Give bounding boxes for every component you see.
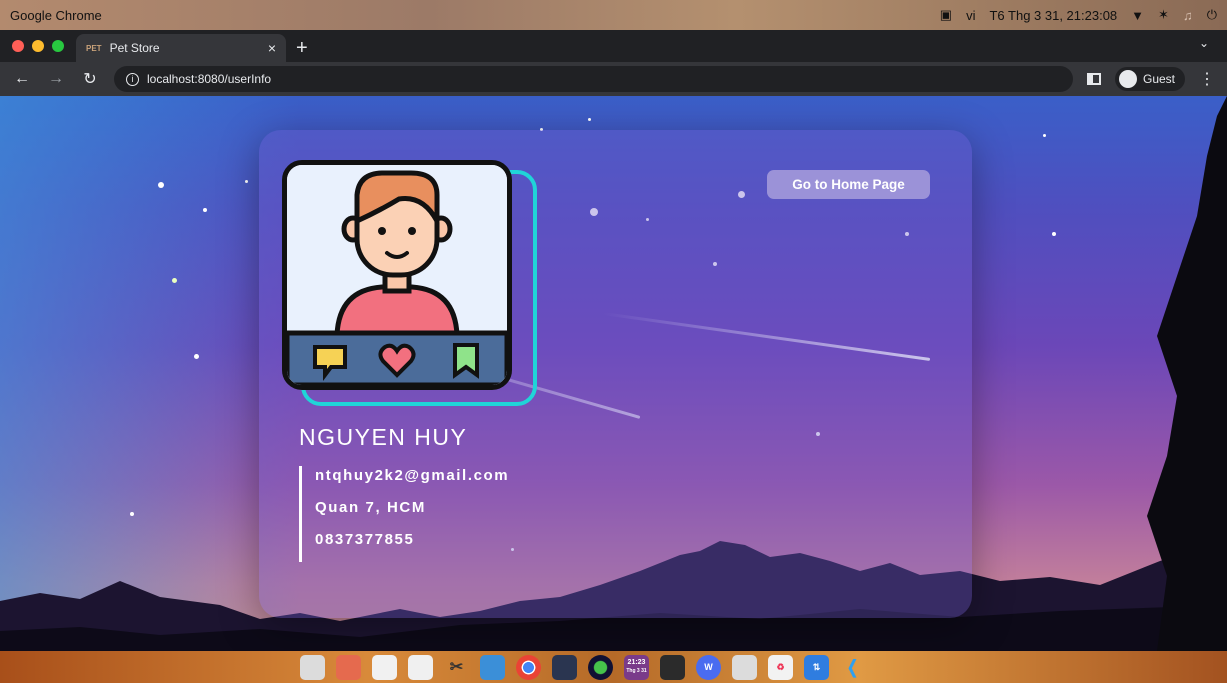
os-datetime[interactable]: T6 Thg 3 31, 21:23:08	[989, 8, 1117, 23]
volume-icon[interactable]: ♫	[1183, 8, 1193, 23]
dock-clock-time: 21:23	[627, 659, 646, 666]
cut-tool-icon[interactable]: ✂	[444, 655, 469, 680]
background-star	[1043, 134, 1046, 137]
back-button[interactable]: ←	[12, 70, 32, 88]
avatar-illustration-icon	[287, 165, 507, 385]
document-viewer-icon[interactable]	[372, 654, 397, 680]
new-tab-button[interactable]: +	[296, 34, 308, 62]
files-icon[interactable]	[300, 654, 325, 680]
site-info-icon[interactable]: i	[126, 72, 139, 86]
reload-button[interactable]: ↻	[80, 69, 100, 89]
os-top-bar: Google Chrome ▣ vi T6 Thg 3 31, 21:23:08…	[0, 0, 1227, 30]
tab-strip: PET Pet Store × + ⌄	[0, 30, 1227, 62]
wifi-icon[interactable]: ▼	[1131, 8, 1144, 23]
background-star	[245, 180, 248, 183]
app-dock: ✂ 21:23 Thg 3 31 W ♻ ⇅ ❬	[300, 651, 865, 683]
screenshot-icon[interactable]: ▣	[940, 7, 952, 23]
background-star	[172, 278, 177, 283]
os-status-area: ▣ vi T6 Thg 3 31, 21:23:08 ▼ ✶ ♫ ⏻	[940, 7, 1217, 23]
chrome-menu-icon[interactable]: ⋮	[1199, 69, 1215, 89]
tab-search-chevron-icon[interactable]: ⌄	[1199, 36, 1209, 50]
address-bar[interactable]: i localhost:8080/userInfo	[114, 66, 1073, 92]
user-avatar	[282, 160, 512, 390]
recycle-icon[interactable]: ♻	[768, 654, 793, 680]
browser-toolbar: ← → ↻ i localhost:8080/userInfo Guest ⋮	[0, 62, 1227, 96]
background-star	[1052, 232, 1056, 236]
profile-label: Guest	[1142, 72, 1175, 86]
chrome-icon[interactable]	[516, 654, 541, 680]
screenshot-icon[interactable]	[336, 654, 361, 680]
window-controls	[12, 30, 64, 62]
vscode-icon[interactable]: ❬	[840, 655, 865, 680]
background-star	[203, 208, 207, 212]
language-indicator[interactable]: vi	[966, 8, 975, 23]
desktop-icon[interactable]	[480, 654, 505, 680]
background-star	[158, 182, 164, 188]
tab-favicon: PET	[86, 43, 102, 53]
forward-button[interactable]: →	[46, 70, 66, 88]
os-app-name: Google Chrome	[10, 7, 102, 23]
transfer-icon[interactable]: ⇅	[804, 654, 829, 680]
minimize-window-button[interactable]	[32, 40, 44, 52]
text-editor-icon[interactable]	[408, 654, 433, 680]
user-name: NGUYEN HUY	[299, 424, 468, 450]
dock-clock-date: Thg 3 31	[626, 668, 647, 674]
maximize-window-button[interactable]	[52, 40, 64, 52]
cliff-silhouette	[1147, 96, 1227, 651]
wps-office-icon[interactable]: W	[696, 654, 721, 680]
side-panel-icon[interactable]	[1086, 73, 1101, 85]
power-icon[interactable]: ⏻	[1207, 7, 1217, 23]
background-star	[194, 354, 199, 359]
clock-icon[interactable]: 21:23 Thg 3 31	[624, 654, 649, 680]
close-window-button[interactable]	[12, 40, 24, 52]
terminal-icon[interactable]	[660, 654, 685, 680]
system-monitor-icon[interactable]	[552, 654, 577, 680]
user-phone: 0837377855	[315, 531, 415, 548]
page-viewport: NGUYEN HUY ntqhuy2k2@gmail.com Quan 7, H…	[0, 96, 1227, 651]
close-tab-icon[interactable]: ×	[268, 40, 276, 56]
user-details: ntqhuy2k2@gmail.com Quan 7, HCM 08373778…	[299, 466, 509, 562]
user-info-card: NGUYEN HUY ntqhuy2k2@gmail.com Quan 7, H…	[259, 130, 972, 618]
guest-avatar-icon	[1118, 70, 1137, 88]
url-text: localhost:8080/userInfo	[147, 72, 272, 86]
camera-icon[interactable]	[732, 654, 757, 680]
user-address: Quan 7, HCM	[315, 499, 426, 516]
profile-button[interactable]: Guest	[1114, 67, 1185, 91]
background-star	[588, 118, 591, 121]
tab-title: Pet Store	[109, 41, 160, 55]
bluetooth-icon[interactable]: ✶	[1158, 7, 1169, 23]
tab-pet-store[interactable]: PET Pet Store ×	[76, 34, 286, 62]
disk-usage-icon[interactable]	[588, 654, 613, 680]
go-to-home-page-button[interactable]: Go to Home Page	[767, 170, 930, 199]
user-email: ntqhuy2k2@gmail.com	[315, 467, 510, 484]
